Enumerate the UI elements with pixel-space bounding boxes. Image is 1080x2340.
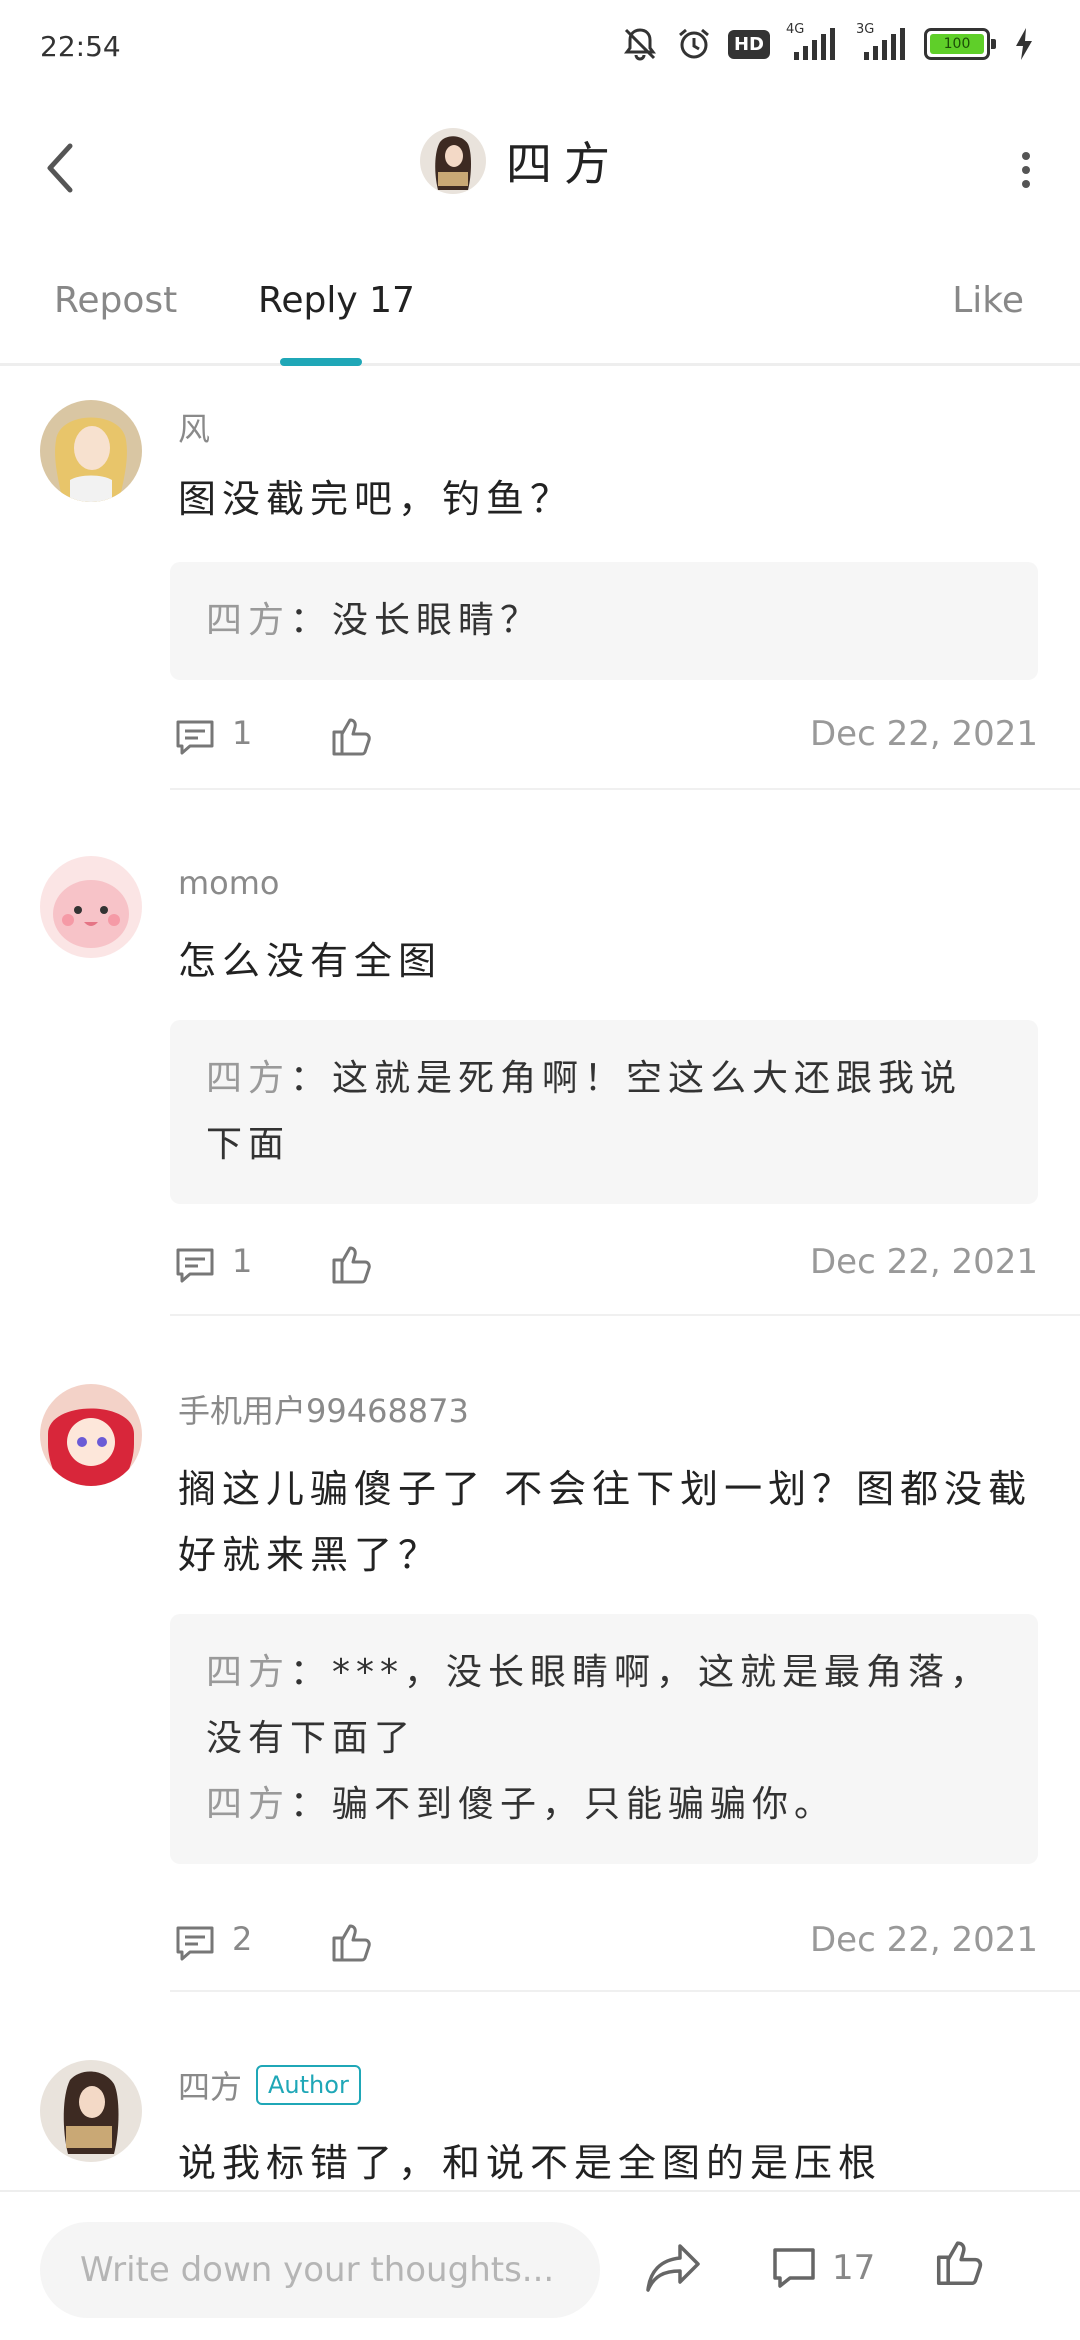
tab-bar: Repost Reply 17 Like bbox=[0, 270, 1080, 366]
share-icon bbox=[646, 2244, 700, 2292]
comment-count: 17 bbox=[832, 2248, 876, 2288]
comment-icon bbox=[773, 2248, 815, 2288]
avatar[interactable] bbox=[40, 856, 142, 958]
reply-icon[interactable] bbox=[174, 716, 216, 758]
reply-text: ：骗不到傻子，只能骗骗你。 bbox=[290, 1784, 837, 1825]
more-button[interactable] bbox=[1014, 150, 1038, 190]
comment-username[interactable]: 风 bbox=[178, 404, 210, 450]
reply-count: 1 bbox=[232, 1242, 253, 1280]
like-button[interactable] bbox=[934, 2236, 986, 2288]
comment-text: 说我标错了，和说不是全图的是压根 bbox=[178, 2141, 883, 2185]
reply-author[interactable]: 四方 bbox=[206, 1784, 290, 1825]
comment-input[interactable] bbox=[40, 2222, 600, 2318]
status-bar: 22:54 HD 4G 3G 100 bbox=[0, 0, 1080, 90]
tab-like[interactable]: Like bbox=[952, 280, 1024, 321]
reply-box[interactable]: 四方：没长眼睛？ bbox=[170, 562, 1038, 680]
page-title: 四方 bbox=[506, 137, 622, 191]
like-icon bbox=[936, 2241, 983, 2286]
comment-text: 怎么没有全图 bbox=[178, 939, 443, 983]
like-icon[interactable] bbox=[330, 1242, 374, 1286]
reply-author[interactable]: 四方 bbox=[206, 1058, 290, 1099]
comment-date: Dec 22, 2021 bbox=[809, 1920, 1038, 1960]
signal-icon: 4G bbox=[784, 22, 840, 64]
reply-text: ：***，没长眼睛啊，这就是最角落，没有下面了 bbox=[206, 1652, 993, 1759]
comment-username[interactable]: momo bbox=[178, 864, 280, 902]
divider bbox=[170, 1990, 1080, 1992]
tab-reply[interactable]: Reply 17 bbox=[258, 280, 415, 321]
status-icons: HD 4G 3G 100 bbox=[620, 22, 1044, 64]
comment-text: 搁这儿骗傻子了 不会往下划一划？图都没截好就来黑了？ bbox=[178, 1467, 1033, 1577]
reply-author[interactable]: 四方 bbox=[206, 1652, 290, 1693]
mute-bell-icon bbox=[620, 24, 660, 64]
back-button[interactable] bbox=[36, 138, 86, 198]
reply-icon[interactable] bbox=[174, 1244, 216, 1286]
bottom-bar: 17 bbox=[0, 2190, 1080, 2340]
reply-count: 2 bbox=[232, 1920, 253, 1958]
comment-footer: 1 Dec 22, 2021 bbox=[170, 708, 1038, 768]
divider bbox=[170, 788, 1080, 790]
comment-username[interactable]: 手机用户99468873 bbox=[178, 1386, 469, 1432]
comment-button[interactable]: 17 bbox=[770, 2240, 875, 2296]
reply-icon[interactable] bbox=[174, 1922, 216, 1964]
share-button[interactable] bbox=[644, 2240, 704, 2296]
comment-footer: 2 Dec 22, 2021 bbox=[170, 1914, 1038, 1974]
comment-date: Dec 22, 2021 bbox=[809, 1242, 1038, 1282]
back-arrow-icon bbox=[47, 143, 73, 193]
avatar[interactable] bbox=[40, 1384, 142, 1486]
signal-icon-2: 3G bbox=[854, 22, 910, 64]
comment-date: Dec 22, 2021 bbox=[809, 714, 1038, 754]
status-time: 22:54 bbox=[40, 30, 121, 63]
reply-line: 四方：没长眼睛？ bbox=[206, 588, 1002, 654]
like-icon[interactable] bbox=[330, 1920, 374, 1964]
divider bbox=[170, 1314, 1080, 1316]
reply-box[interactable]: 四方：***，没长眼睛啊，这就是最角落，没有下面了 四方：骗不到傻子，只能骗骗你… bbox=[170, 1614, 1038, 1864]
hd-badge: HD bbox=[727, 29, 770, 59]
battery-icon: 100 bbox=[924, 28, 996, 60]
comment-footer: 1 Dec 22, 2021 bbox=[170, 1236, 1038, 1296]
author-badge: Author bbox=[256, 2065, 361, 2105]
reply-box[interactable]: 四方：这就是死角啊！空这么大还跟我说下面 bbox=[170, 1020, 1038, 1204]
more-vertical-icon bbox=[1022, 152, 1030, 188]
battery-level: 100 bbox=[930, 34, 984, 54]
like-icon[interactable] bbox=[330, 714, 374, 758]
avatar[interactable] bbox=[40, 2060, 142, 2162]
reply-text: ：没长眼睛？ bbox=[290, 600, 543, 641]
reply-text: ：这就是死角啊！空这么大还跟我说下面 bbox=[206, 1058, 963, 1165]
avatar[interactable] bbox=[420, 128, 486, 194]
comment-username[interactable]: 四方 bbox=[178, 2062, 242, 2108]
comment-username-row: 四方 Author bbox=[178, 2062, 361, 2108]
post-header: 四方 bbox=[0, 110, 1080, 230]
reply-line: 四方：骗不到傻子，只能骗骗你。 bbox=[206, 1772, 1002, 1838]
tab-repost[interactable]: Repost bbox=[54, 280, 177, 321]
alarm-icon bbox=[674, 24, 714, 64]
reply-line: 四方：这就是死角啊！空这么大还跟我说下面 bbox=[206, 1046, 1002, 1178]
charging-icon bbox=[1004, 24, 1044, 64]
tab-indicator bbox=[280, 358, 362, 366]
reply-author[interactable]: 四方 bbox=[206, 600, 290, 641]
avatar[interactable] bbox=[40, 400, 142, 502]
reply-line: 四方：***，没长眼睛啊，这就是最角落，没有下面了 bbox=[206, 1640, 1002, 1772]
comment-text: 图没截完吧，钓鱼？ bbox=[178, 477, 575, 521]
reply-count: 1 bbox=[232, 714, 253, 752]
title-group[interactable]: 四方 bbox=[420, 128, 622, 194]
